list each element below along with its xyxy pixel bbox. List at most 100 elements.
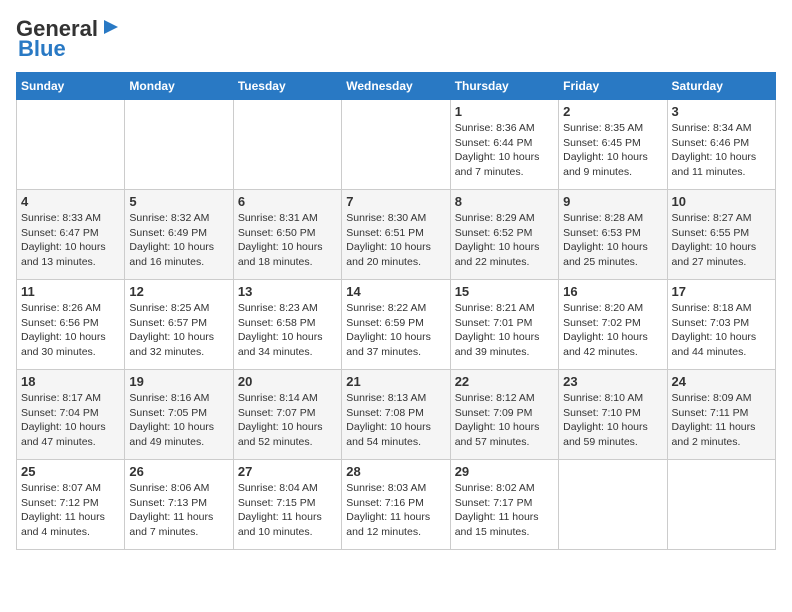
calendar-cell: 3 Sunrise: 8:34 AMSunset: 6:46 PMDaylight… <box>667 100 775 190</box>
day-number: 23 <box>563 374 662 389</box>
day-number: 10 <box>672 194 771 209</box>
day-number: 5 <box>129 194 228 209</box>
day-number: 20 <box>238 374 337 389</box>
day-number: 11 <box>21 284 120 299</box>
day-info: Sunrise: 8:32 AMSunset: 6:49 PMDaylight:… <box>129 211 228 270</box>
calendar-cell: 24 Sunrise: 8:09 AMSunset: 7:11 PMDayligh… <box>667 370 775 460</box>
day-info: Sunrise: 8:09 AMSunset: 7:11 PMDaylight:… <box>672 391 771 450</box>
day-info: Sunrise: 8:25 AMSunset: 6:57 PMDaylight:… <box>129 301 228 360</box>
logo: General Blue <box>16 16 122 62</box>
calendar-cell: 5 Sunrise: 8:32 AMSunset: 6:49 PMDaylight… <box>125 190 233 280</box>
weekday-header-wednesday: Wednesday <box>342 73 450 100</box>
calendar-cell: 25 Sunrise: 8:07 AMSunset: 7:12 PMDayligh… <box>17 460 125 550</box>
calendar-cell: 16 Sunrise: 8:20 AMSunset: 7:02 PMDayligh… <box>559 280 667 370</box>
day-number: 29 <box>455 464 554 479</box>
day-info: Sunrise: 8:22 AMSunset: 6:59 PMDaylight:… <box>346 301 445 360</box>
calendar-cell: 23Sunrise: 8:10 AMSunset: 7:10 PMDayligh… <box>559 370 667 460</box>
calendar-week-row: 25 Sunrise: 8:07 AMSunset: 7:12 PMDayligh… <box>17 460 776 550</box>
day-number: 21 <box>346 374 445 389</box>
day-number: 17 <box>672 284 771 299</box>
calendar-cell: 13 Sunrise: 8:23 AMSunset: 6:58 PMDayligh… <box>233 280 341 370</box>
day-info: Sunrise: 8:02 AMSunset: 7:17 PMDaylight:… <box>455 481 554 540</box>
calendar-cell: 19 Sunrise: 8:16 AMSunset: 7:05 PMDayligh… <box>125 370 233 460</box>
day-number: 9 <box>563 194 662 209</box>
weekday-header-sunday: Sunday <box>17 73 125 100</box>
calendar-cell <box>342 100 450 190</box>
calendar-week-row: 11 Sunrise: 8:26 AMSunset: 6:56 PMDayligh… <box>17 280 776 370</box>
calendar-week-row: 1 Sunrise: 8:36 AMSunset: 6:44 PMDaylight… <box>17 100 776 190</box>
day-info: Sunrise: 8:13 AMSunset: 7:08 PMDaylight:… <box>346 391 445 450</box>
calendar-cell: 28 Sunrise: 8:03 AMSunset: 7:16 PMDayligh… <box>342 460 450 550</box>
day-info: Sunrise: 8:27 AMSunset: 6:55 PMDaylight:… <box>672 211 771 270</box>
calendar-cell: 22 Sunrise: 8:12 AMSunset: 7:09 PMDayligh… <box>450 370 558 460</box>
day-number: 24 <box>672 374 771 389</box>
calendar-week-row: 4 Sunrise: 8:33 AMSunset: 6:47 PMDaylight… <box>17 190 776 280</box>
day-number: 22 <box>455 374 554 389</box>
day-number: 28 <box>346 464 445 479</box>
calendar-cell: 15Sunrise: 8:21 AMSunset: 7:01 PMDayligh… <box>450 280 558 370</box>
day-info: Sunrise: 8:20 AMSunset: 7:02 PMDaylight:… <box>563 301 662 360</box>
day-number: 2 <box>563 104 662 119</box>
day-number: 25 <box>21 464 120 479</box>
calendar-cell: 8 Sunrise: 8:29 AMSunset: 6:52 PMDaylight… <box>450 190 558 280</box>
day-info: Sunrise: 8:07 AMSunset: 7:12 PMDaylight:… <box>21 481 120 540</box>
calendar-cell: 9 Sunrise: 8:28 AMSunset: 6:53 PMDaylight… <box>559 190 667 280</box>
calendar-cell: 29 Sunrise: 8:02 AMSunset: 7:17 PMDayligh… <box>450 460 558 550</box>
page-header: General Blue <box>16 16 776 62</box>
day-info: Sunrise: 8:16 AMSunset: 7:05 PMDaylight:… <box>129 391 228 450</box>
day-info: Sunrise: 8:31 AMSunset: 6:50 PMDaylight:… <box>238 211 337 270</box>
day-number: 27 <box>238 464 337 479</box>
calendar-cell: 10 Sunrise: 8:27 AMSunset: 6:55 PMDayligh… <box>667 190 775 280</box>
calendar-table: SundayMondayTuesdayWednesdayThursdayFrid… <box>16 72 776 550</box>
day-info: Sunrise: 8:23 AMSunset: 6:58 PMDaylight:… <box>238 301 337 360</box>
day-info: Sunrise: 8:18 AMSunset: 7:03 PMDaylight:… <box>672 301 771 360</box>
day-info: Sunrise: 8:06 AMSunset: 7:13 PMDaylight:… <box>129 481 228 540</box>
day-info: Sunrise: 8:17 AMSunset: 7:04 PMDaylight:… <box>21 391 120 450</box>
day-number: 19 <box>129 374 228 389</box>
day-info: Sunrise: 8:30 AMSunset: 6:51 PMDaylight:… <box>346 211 445 270</box>
day-number: 13 <box>238 284 337 299</box>
weekday-header-tuesday: Tuesday <box>233 73 341 100</box>
day-number: 3 <box>672 104 771 119</box>
calendar-cell: 11 Sunrise: 8:26 AMSunset: 6:56 PMDayligh… <box>17 280 125 370</box>
calendar-cell: 1 Sunrise: 8:36 AMSunset: 6:44 PMDaylight… <box>450 100 558 190</box>
calendar-cell: 27 Sunrise: 8:04 AMSunset: 7:15 PMDayligh… <box>233 460 341 550</box>
day-info: Sunrise: 8:34 AMSunset: 6:46 PMDaylight:… <box>672 121 771 180</box>
weekday-header-row: SundayMondayTuesdayWednesdayThursdayFrid… <box>17 73 776 100</box>
day-info: Sunrise: 8:03 AMSunset: 7:16 PMDaylight:… <box>346 481 445 540</box>
day-number: 6 <box>238 194 337 209</box>
logo-blue: Blue <box>18 36 66 62</box>
day-number: 7 <box>346 194 445 209</box>
day-number: 8 <box>455 194 554 209</box>
weekday-header-friday: Friday <box>559 73 667 100</box>
weekday-header-monday: Monday <box>125 73 233 100</box>
calendar-cell <box>233 100 341 190</box>
calendar-cell <box>559 460 667 550</box>
calendar-cell <box>667 460 775 550</box>
day-info: Sunrise: 8:14 AMSunset: 7:07 PMDaylight:… <box>238 391 337 450</box>
day-info: Sunrise: 8:21 AMSunset: 7:01 PMDaylight:… <box>455 301 554 360</box>
day-info: Sunrise: 8:04 AMSunset: 7:15 PMDaylight:… <box>238 481 337 540</box>
calendar-cell: 4 Sunrise: 8:33 AMSunset: 6:47 PMDaylight… <box>17 190 125 280</box>
day-info: Sunrise: 8:35 AMSunset: 6:45 PMDaylight:… <box>563 121 662 180</box>
calendar-cell: 17 Sunrise: 8:18 AMSunset: 7:03 PMDayligh… <box>667 280 775 370</box>
calendar-cell: 26 Sunrise: 8:06 AMSunset: 7:13 PMDayligh… <box>125 460 233 550</box>
day-number: 1 <box>455 104 554 119</box>
day-info: Sunrise: 8:33 AMSunset: 6:47 PMDaylight:… <box>21 211 120 270</box>
day-number: 26 <box>129 464 228 479</box>
calendar-cell: 6 Sunrise: 8:31 AMSunset: 6:50 PMDaylight… <box>233 190 341 280</box>
calendar-cell: 20 Sunrise: 8:14 AMSunset: 7:07 PMDayligh… <box>233 370 341 460</box>
day-number: 16 <box>563 284 662 299</box>
day-info: Sunrise: 8:36 AMSunset: 6:44 PMDaylight:… <box>455 121 554 180</box>
day-info: Sunrise: 8:29 AMSunset: 6:52 PMDaylight:… <box>455 211 554 270</box>
calendar-cell: 7 Sunrise: 8:30 AMSunset: 6:51 PMDaylight… <box>342 190 450 280</box>
day-info: Sunrise: 8:12 AMSunset: 7:09 PMDaylight:… <box>455 391 554 450</box>
calendar-cell: 14Sunrise: 8:22 AMSunset: 6:59 PMDayligh… <box>342 280 450 370</box>
weekday-header-saturday: Saturday <box>667 73 775 100</box>
weekday-header-thursday: Thursday <box>450 73 558 100</box>
day-info: Sunrise: 8:26 AMSunset: 6:56 PMDaylight:… <box>21 301 120 360</box>
day-number: 4 <box>21 194 120 209</box>
calendar-cell: 18Sunrise: 8:17 AMSunset: 7:04 PMDayligh… <box>17 370 125 460</box>
day-info: Sunrise: 8:28 AMSunset: 6:53 PMDaylight:… <box>563 211 662 270</box>
calendar-cell: 2 Sunrise: 8:35 AMSunset: 6:45 PMDaylight… <box>559 100 667 190</box>
